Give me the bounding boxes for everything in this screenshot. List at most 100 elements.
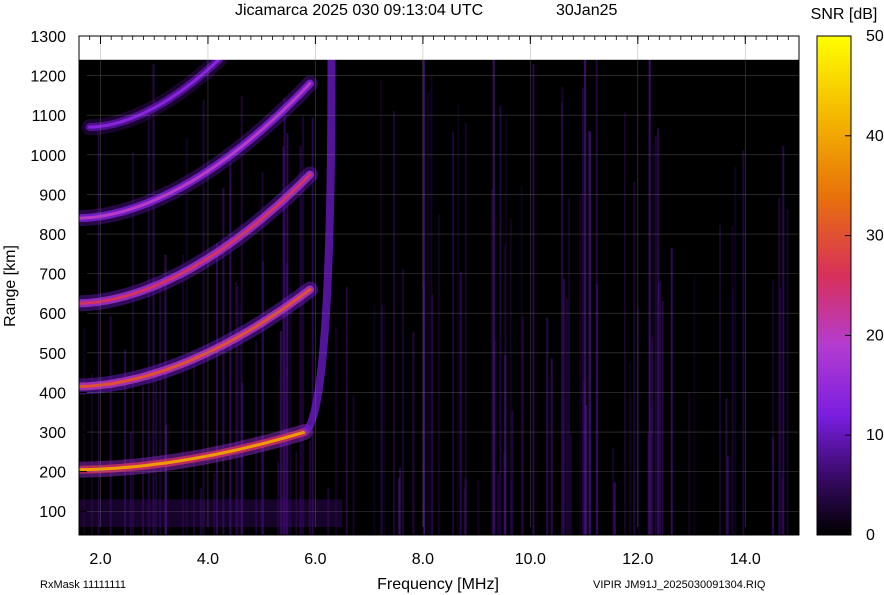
noise-streak xyxy=(477,480,480,535)
noise-streak xyxy=(373,304,376,535)
chart-date: 30Jan25 xyxy=(556,2,617,19)
noise-streak xyxy=(181,254,184,535)
y-axis-label: Range [km] xyxy=(2,245,19,327)
noise-streak xyxy=(352,395,355,535)
chart-title: Jicamarca 2025 030 09:13:04 UTC xyxy=(235,2,483,19)
colorbar-tick-label: 50 xyxy=(866,28,884,45)
y-tick-label: 200 xyxy=(39,465,66,482)
noise-streak xyxy=(438,214,440,535)
noise-streak xyxy=(463,489,466,535)
x-tick-label: 14.0 xyxy=(730,551,761,568)
noise-streak xyxy=(185,137,188,535)
noise-streak xyxy=(771,437,774,535)
noise-streak xyxy=(464,122,467,535)
x-tick-label: 10.0 xyxy=(515,551,546,568)
noise-streak xyxy=(589,131,591,535)
noise-streak xyxy=(345,287,348,535)
noise-streak xyxy=(546,317,549,535)
colorbar-tick-label: 0 xyxy=(866,527,875,544)
noise-streak xyxy=(497,473,500,535)
x-tick-label: 12.0 xyxy=(622,551,653,568)
noise-streak xyxy=(613,482,616,535)
colorbar-tick-label: 40 xyxy=(866,128,884,145)
y-tick-label: 600 xyxy=(39,306,66,323)
rxmask-label: RxMask 11111111 xyxy=(40,579,126,591)
noise-streak xyxy=(452,131,454,535)
noise-streak xyxy=(459,272,462,535)
noise-streak xyxy=(412,332,415,535)
colorbar-tick-label: 10 xyxy=(866,427,884,444)
y-tick-label: 1000 xyxy=(30,148,66,165)
ionogram-figure: Jicamarca 2025 030 09:13:04 UTC 30Jan25 … xyxy=(2,2,884,593)
noise-streak xyxy=(731,289,734,535)
noise-streak xyxy=(725,398,728,535)
y-tick-label: 1300 xyxy=(30,29,66,46)
noise-streak xyxy=(159,286,162,535)
noise-streak xyxy=(657,128,660,535)
noise-streak xyxy=(499,105,502,535)
noise-streak xyxy=(457,104,460,535)
y-tick-label: 700 xyxy=(39,267,66,284)
noise-streak xyxy=(693,276,696,535)
x-tick-label: 8.0 xyxy=(412,551,434,568)
y-tick-label: 500 xyxy=(39,346,66,363)
noise-streak xyxy=(568,312,570,535)
noise-streak xyxy=(778,197,781,535)
carrier-line xyxy=(648,59,651,535)
noise-streak xyxy=(633,478,635,535)
no-data-band xyxy=(79,36,799,60)
noise-streak xyxy=(659,280,661,535)
y-tick-label: 300 xyxy=(39,425,66,442)
y-tick-label: 100 xyxy=(39,504,66,521)
noise-streak xyxy=(511,410,514,535)
noise-streak xyxy=(561,86,564,535)
noise-streak xyxy=(235,281,237,535)
y-tick-label: 400 xyxy=(39,385,66,402)
noise-streak xyxy=(782,146,785,535)
colorbar xyxy=(816,35,852,536)
noise-streak xyxy=(581,87,584,535)
noise-streak xyxy=(504,243,507,535)
colorbar-tick-label: 30 xyxy=(866,228,884,245)
colorbar-tick-label: 20 xyxy=(866,327,884,344)
noise-streak xyxy=(654,135,657,535)
noise-streak xyxy=(550,358,553,535)
noise-streak xyxy=(628,362,631,535)
x-tick-label: 2.0 xyxy=(89,551,111,568)
noise-streak xyxy=(566,298,568,535)
x-axis-label: Frequency [MHz] xyxy=(377,576,499,593)
x-tick-label: 6.0 xyxy=(304,551,326,568)
noise-streak xyxy=(719,224,721,535)
y-tick-label: 1100 xyxy=(32,108,67,125)
noise-streak xyxy=(521,316,524,535)
carrier-line xyxy=(422,59,425,535)
y-tick-label: 900 xyxy=(39,187,66,204)
noise-streak xyxy=(688,392,691,535)
noise-streak xyxy=(661,301,664,535)
x-tick-label: 4.0 xyxy=(197,551,219,568)
noise-streak xyxy=(786,209,789,535)
noise-streak xyxy=(299,145,302,535)
noise-streak xyxy=(216,243,218,535)
noise-streak xyxy=(570,434,573,535)
noise-streak xyxy=(734,166,737,535)
noise-streak xyxy=(398,477,400,535)
carrier-line xyxy=(492,59,495,535)
y-tick-label: 800 xyxy=(39,227,66,244)
noise-streak xyxy=(289,287,292,535)
colorbar-label: SNR [dB] xyxy=(811,6,878,23)
y-tick-label: 1200 xyxy=(30,69,66,86)
noise-streak xyxy=(402,268,405,535)
carrier-line xyxy=(584,59,587,535)
noise-streak xyxy=(431,294,434,535)
noise-streak xyxy=(427,92,430,535)
noise-streak xyxy=(670,248,673,535)
noise-streak xyxy=(742,150,745,535)
noise-streak xyxy=(650,336,653,535)
noise-streak xyxy=(380,80,383,535)
noise-streak xyxy=(579,193,582,535)
noise-streak xyxy=(532,63,535,535)
noise-streak xyxy=(596,284,599,535)
file-label: VIPIR JM91J_2025030091304.RIQ xyxy=(593,579,766,591)
noise-streak xyxy=(383,305,386,535)
